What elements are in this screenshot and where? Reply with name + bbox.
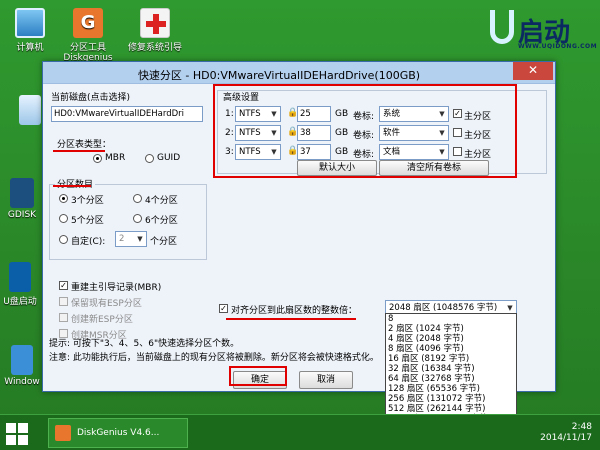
align-sectors-dropdown-list[interactable]: 82 扇区 (1024 字节) 4 扇区 (2048 字节) 8 扇区 (4096 … <box>385 313 517 444</box>
radio-5-partitions[interactable] <box>59 214 68 223</box>
align-option[interactable]: 8 扇区 (4096 字节) <box>386 344 516 354</box>
custom-count-suffix: 个分区 <box>150 237 178 247</box>
align-option[interactable]: 256 扇区 (131072 字节) <box>386 394 516 404</box>
align-sectors-value: 2048 扇区 (1048576 字节) <box>389 303 498 313</box>
brand-logo: 启动 WWW.UQIDONG.COM <box>490 10 597 52</box>
underline-table-type <box>53 150 105 152</box>
clock-date: 2014/11/17 <box>540 433 592 443</box>
brand-u-mark <box>490 10 514 44</box>
taskbar: DiskGenius V4.6... 2:48 2014/11/17 <box>0 414 600 450</box>
hint-line-1: 提示: 可按下"3、4、5、6"快速选择分区个数。 <box>49 339 240 349</box>
desktop-icon-partition-tool[interactable]: G 分区工具 Diskgenius <box>60 8 116 63</box>
partition-table-type-label: 分区表类型： <box>57 140 112 150</box>
windows-logo-icon <box>6 435 16 445</box>
radio-mbr-label: MBR <box>105 153 126 163</box>
chevron-down-icon: ▼ <box>137 235 143 243</box>
desktop-icon-label: U盘启动 <box>3 297 37 307</box>
windows-logo-icon <box>18 435 28 445</box>
radio-mbr[interactable] <box>93 154 102 163</box>
diskgenius-icon: G <box>73 8 103 38</box>
windows-logo-icon <box>18 423 28 433</box>
radio-6-partitions[interactable] <box>133 214 142 223</box>
highlight-advanced-settings <box>213 84 517 178</box>
windows-icon <box>11 345 33 375</box>
keep-esp-label: 保留现有ESP分区 <box>71 299 142 309</box>
desktop-icon-repair-boot[interactable]: 修复系统引导 <box>120 8 190 53</box>
partition-count-label: 分区数目 <box>55 177 96 190</box>
desktop-icon-label: 分区工具 <box>69 43 106 53</box>
radio-4-partitions[interactable] <box>133 194 142 203</box>
keep-esp-checkbox[interactable] <box>59 297 68 306</box>
desktop-icon-computer[interactable]: 计算机 <box>2 8 58 53</box>
current-disk-selector[interactable]: HD0:VMwareVirtualIDEHardDri <box>51 106 203 122</box>
align-partitions-label: 对齐分区到此扇区数的整数倍： <box>231 306 358 316</box>
radio-custom[interactable] <box>59 235 68 244</box>
radio-3-partitions[interactable] <box>59 194 68 203</box>
rebuild-mbr-label: 重建主引导记录(MBR) <box>71 283 162 293</box>
align-option[interactable]: 512 扇区 (262144 字节) <box>386 404 516 414</box>
taskbar-item-label: DiskGenius V4.6... <box>77 428 160 438</box>
align-option[interactable]: 16 扇区 (8192 字节) <box>386 354 516 364</box>
close-button[interactable]: ✕ <box>513 62 553 80</box>
windows-logo-icon <box>6 423 16 433</box>
radio-guid-label: GUID <box>157 153 181 163</box>
desktop-icon-label: 修复系统引导 <box>127 43 182 53</box>
desktop-icon-uboot[interactable]: U盘启动 <box>0 262 48 307</box>
radio-6-partitions-label: 6个分区 <box>145 216 178 226</box>
align-option[interactable]: 2 扇区 (1024 字节) <box>386 324 516 334</box>
underline-align <box>226 318 356 320</box>
clock-time: 2:48 <box>571 422 592 432</box>
underline-partition-count <box>53 185 91 187</box>
align-partitions-checkbox[interactable]: ✓ <box>219 304 228 313</box>
dialog-titlebar[interactable]: 快速分区 - HD0:VMwareVirtualIDEHardDrive(100… <box>43 62 555 84</box>
align-option[interactable]: 64 扇区 (32768 字节) <box>386 374 516 384</box>
usb-boot-icon <box>9 262 31 292</box>
align-option[interactable]: 8 <box>386 314 516 324</box>
align-option[interactable]: 4 扇区 (2048 字节) <box>386 334 516 344</box>
computer-icon <box>15 8 45 38</box>
custom-count-value: 2 <box>119 234 125 244</box>
radio-custom-label: 自定(C): <box>71 237 106 247</box>
first-aid-icon <box>140 8 170 38</box>
recycle-bin-icon <box>19 95 41 125</box>
taskbar-item-diskgenius[interactable]: DiskGenius V4.6... <box>48 418 188 448</box>
create-esp-checkbox[interactable] <box>59 313 68 322</box>
brand-url: WWW.UQIDONG.COM <box>518 43 598 50</box>
desktop-icon-label: 计算机 <box>16 43 44 53</box>
current-disk-label: 当前磁盘(点击选择) <box>51 93 131 103</box>
dialog-title: 快速分区 - HD0:VMwareVirtualIDEHardDrive(100… <box>137 69 421 82</box>
align-option[interactable]: 32 扇区 (16384 字节) <box>386 364 516 374</box>
system-clock[interactable]: 2:48 2014/11/17 <box>540 422 592 444</box>
align-option[interactable]: 128 扇区 (65536 字节) <box>386 384 516 394</box>
radio-4-partitions-label: 4个分区 <box>145 196 178 206</box>
radio-3-partitions-label: 3个分区 <box>71 196 104 206</box>
highlight-ok-button <box>229 366 287 386</box>
rebuild-mbr-checkbox[interactable]: ✓ <box>59 281 68 290</box>
radio-guid[interactable] <box>145 154 154 163</box>
start-button[interactable] <box>6 423 28 445</box>
custom-count-select[interactable]: 2 ▼ <box>115 231 147 247</box>
create-esp-label: 创建新ESP分区 <box>71 315 133 325</box>
cancel-button[interactable]: 取消 <box>299 371 353 389</box>
radio-5-partitions-label: 5个分区 <box>71 216 104 226</box>
diskgenius-icon <box>55 425 71 441</box>
gdisk-icon <box>10 178 34 208</box>
hint-line-2: 注意: 此功能执行后，当前磁盘上的现有分区将被删除。新分区将会被快速格式化。 <box>49 353 379 363</box>
